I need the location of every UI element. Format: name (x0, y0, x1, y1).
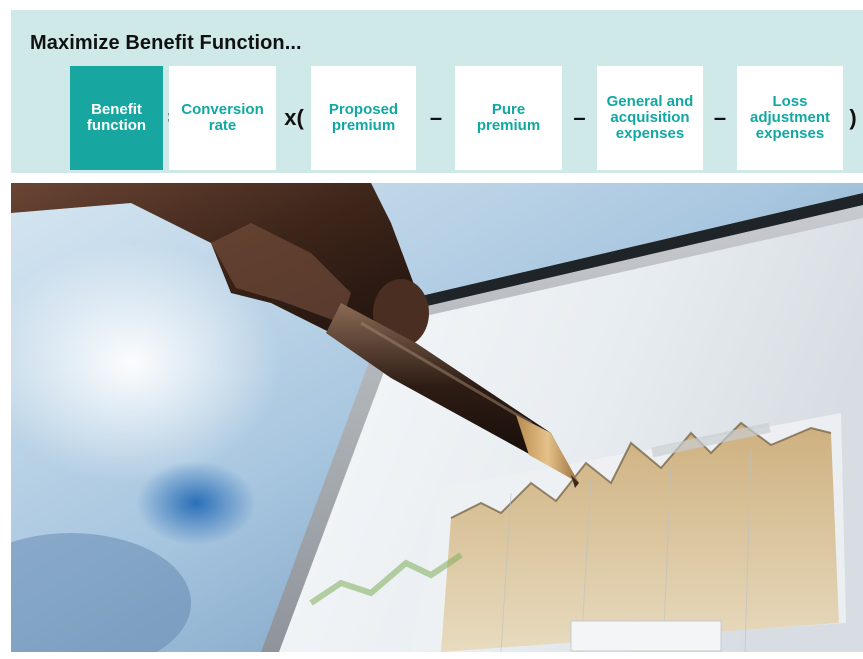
loss-adjustment-expenses-box: Loss adjustment expenses (737, 66, 843, 170)
minus-operator: – (573, 105, 586, 130)
general-acquisition-expenses-box: General and acquisition expenses (597, 66, 703, 170)
close-paren-operator: ) (849, 105, 857, 130)
minus-operator: – (713, 105, 727, 130)
hand-pen-chart-photo (11, 183, 863, 652)
formula-panel: Maximize Benefit Function... Benefit fun… (11, 10, 863, 173)
minus-operator: – (429, 105, 443, 130)
formula-title: Maximize Benefit Function... (30, 32, 302, 54)
benefit-function-box: Benefit function (70, 66, 163, 170)
conversion-rate-box: Conversion rate (169, 66, 276, 170)
proposed-premium-box: Proposed premium (311, 66, 416, 170)
pure-premium-box: Pure premium (455, 66, 562, 170)
times-open-paren-operator: x( (284, 105, 304, 130)
